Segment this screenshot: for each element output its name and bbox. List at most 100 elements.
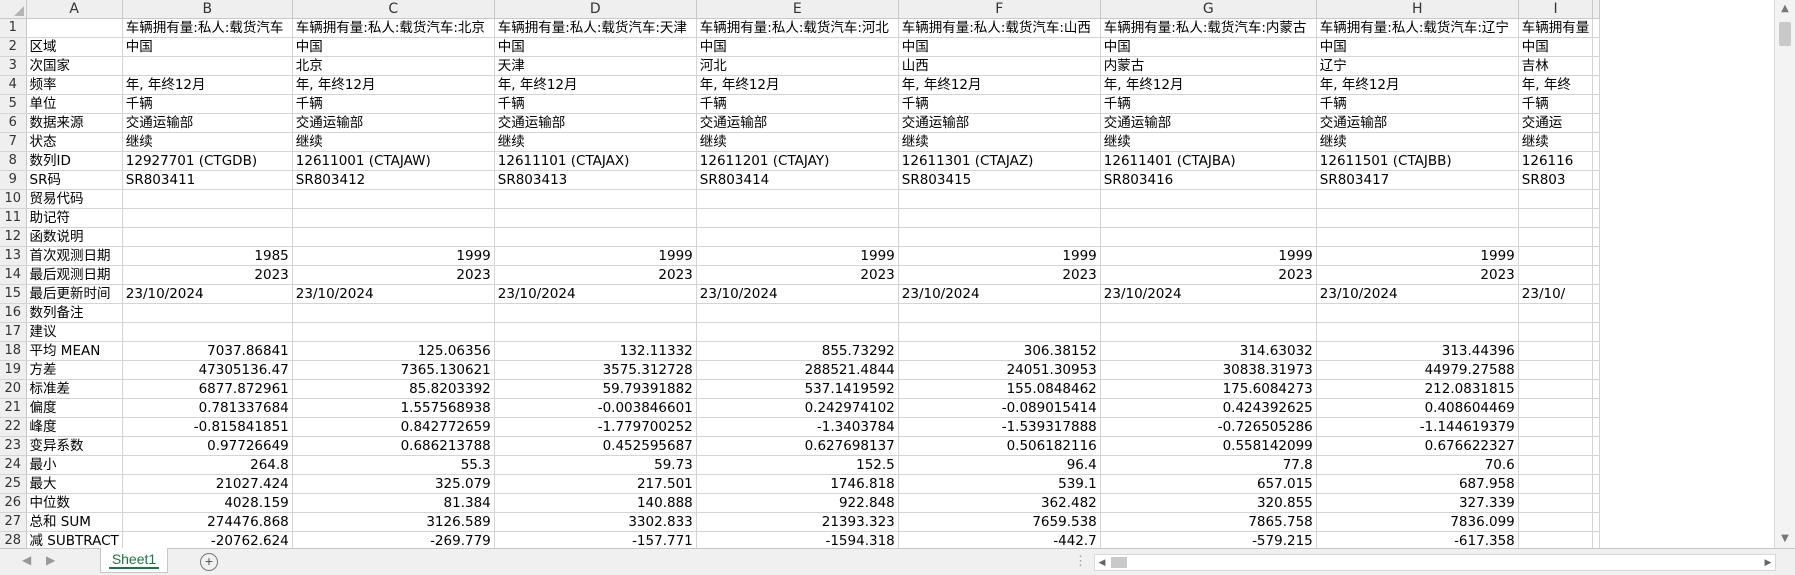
row-header[interactable]: 22 bbox=[0, 417, 27, 437]
grid-cell[interactable]: -157.771 bbox=[494, 531, 697, 548]
grid-cell[interactable] bbox=[696, 227, 899, 247]
grid-cell[interactable]: 车辆拥有量:私人:载货汽车:河北 bbox=[696, 18, 899, 38]
grid-cell[interactable]: 4028.159 bbox=[122, 493, 293, 513]
grid-cell[interactable]: 次国家 bbox=[26, 56, 123, 76]
grid-cell[interactable] bbox=[26, 18, 123, 38]
grid-cell[interactable]: 偏度 bbox=[26, 398, 123, 418]
grid-cell[interactable]: 0.452595687 bbox=[494, 436, 697, 456]
row-header[interactable]: 23 bbox=[0, 436, 27, 456]
grid-cell[interactable]: 126116 bbox=[1518, 151, 1594, 171]
grid-cell[interactable] bbox=[292, 227, 495, 247]
grid-cell[interactable]: 539.1 bbox=[898, 474, 1101, 494]
grid-cell[interactable]: 中国 bbox=[292, 37, 495, 57]
grid-cell[interactable]: 132.11332 bbox=[494, 341, 697, 361]
grid-cell[interactable]: 中国 bbox=[494, 37, 697, 57]
grid-cell[interactable] bbox=[1592, 227, 1601, 247]
grid-cell[interactable]: 交通运输部 bbox=[494, 113, 697, 133]
grid-cell[interactable] bbox=[1518, 474, 1594, 494]
grid-cell[interactable]: 23/10/ bbox=[1518, 284, 1594, 304]
grid-cell[interactable] bbox=[898, 208, 1101, 228]
grid-cell[interactable]: 0.686213788 bbox=[292, 436, 495, 456]
grid-cell[interactable]: 继续 bbox=[696, 132, 899, 152]
grid-cell[interactable]: 2023 bbox=[898, 265, 1101, 285]
grid-cell[interactable]: 千辆 bbox=[1100, 94, 1317, 114]
grid-cell[interactable]: 最后更新时间 bbox=[26, 284, 123, 304]
grid-cell[interactable]: 内蒙古 bbox=[1100, 56, 1317, 76]
grid-cell[interactable]: 首次观测日期 bbox=[26, 246, 123, 266]
grid-cell[interactable] bbox=[1592, 493, 1601, 513]
row-header[interactable]: 9 bbox=[0, 170, 27, 190]
grid-cell[interactable] bbox=[898, 322, 1101, 342]
grid-cell[interactable] bbox=[1592, 436, 1601, 456]
grid-cell[interactable]: 1746.818 bbox=[696, 474, 899, 494]
grid-cell[interactable]: 助记符 bbox=[26, 208, 123, 228]
grid-cell[interactable]: 7365.130621 bbox=[292, 360, 495, 380]
grid-cell[interactable]: 44979.27588 bbox=[1316, 360, 1519, 380]
grid-cell[interactable]: 855.73292 bbox=[696, 341, 899, 361]
grid-cell[interactable] bbox=[122, 189, 293, 209]
grid-cell[interactable] bbox=[122, 208, 293, 228]
grid-cell[interactable]: 12611001 (CTAJAW) bbox=[292, 151, 495, 171]
grid-cell[interactable] bbox=[1592, 189, 1601, 209]
grid-cell[interactable]: 23/10/2024 bbox=[696, 284, 899, 304]
grid-cell[interactable] bbox=[1592, 303, 1601, 323]
grid-cell[interactable]: 922.848 bbox=[696, 493, 899, 513]
row-header[interactable]: 14 bbox=[0, 265, 27, 285]
grid-cell[interactable]: 1999 bbox=[696, 246, 899, 266]
select-all-corner[interactable] bbox=[0, 0, 27, 19]
row-header[interactable]: 11 bbox=[0, 208, 27, 228]
grid-cell[interactable]: 交通运输部 bbox=[1316, 113, 1519, 133]
grid-cell[interactable]: 217.501 bbox=[494, 474, 697, 494]
grid-cell[interactable]: 区域 bbox=[26, 37, 123, 57]
grid-cell[interactable]: 状态 bbox=[26, 132, 123, 152]
grid-cell[interactable]: 贸易代码 bbox=[26, 189, 123, 209]
grid-cell[interactable]: -1.539317888 bbox=[898, 417, 1101, 437]
grid-cell[interactable]: 交通运输部 bbox=[696, 113, 899, 133]
grid-cell[interactable]: 362.482 bbox=[898, 493, 1101, 513]
grid-cell[interactable]: SR码 bbox=[26, 170, 123, 190]
grid-cell[interactable]: 59.79391882 bbox=[494, 379, 697, 399]
grid-cell[interactable]: 155.0848462 bbox=[898, 379, 1101, 399]
grid-cell[interactable] bbox=[1518, 436, 1594, 456]
grid-cell[interactable] bbox=[292, 208, 495, 228]
grid-cell[interactable]: 1.557568938 bbox=[292, 398, 495, 418]
spreadsheet-grid-area[interactable]: ABCDEFGHI 1 车辆拥有量:私人:载货汽车 车辆拥有量:私人:载货汽车:北京… bbox=[0, 0, 1775, 548]
grid-cell[interactable] bbox=[1592, 132, 1601, 152]
grid-cell[interactable]: -617.358 bbox=[1316, 531, 1519, 548]
grid-cell[interactable]: 687.958 bbox=[1316, 474, 1519, 494]
grid-cell[interactable]: 2023 bbox=[1100, 265, 1317, 285]
column-header-f[interactable]: F bbox=[898, 0, 1101, 19]
grid-cell[interactable]: 0.676622327 bbox=[1316, 436, 1519, 456]
grid-cell[interactable]: 中国 bbox=[898, 37, 1101, 57]
grid-cell[interactable]: 1999 bbox=[898, 246, 1101, 266]
grid-cell[interactable]: 北京 bbox=[292, 56, 495, 76]
grid-cell[interactable] bbox=[1518, 455, 1594, 475]
grid-cell[interactable] bbox=[696, 189, 899, 209]
row-header[interactable]: 25 bbox=[0, 474, 27, 494]
grid-cell[interactable] bbox=[1518, 379, 1594, 399]
grid-cell[interactable]: 千辆 bbox=[1316, 94, 1519, 114]
grid-cell[interactable] bbox=[292, 322, 495, 342]
grid-cell[interactable]: 0.242974102 bbox=[696, 398, 899, 418]
row-header[interactable]: 6 bbox=[0, 113, 27, 133]
grid-cell[interactable]: 288521.4844 bbox=[696, 360, 899, 380]
grid-cell[interactable] bbox=[1592, 398, 1601, 418]
row-header[interactable]: 20 bbox=[0, 379, 27, 399]
row-header[interactable]: 21 bbox=[0, 398, 27, 418]
grid-cell[interactable]: -1594.318 bbox=[696, 531, 899, 548]
grid-cell[interactable] bbox=[494, 227, 697, 247]
grid-cell[interactable] bbox=[1316, 208, 1519, 228]
column-header-b[interactable]: B bbox=[122, 0, 293, 19]
grid-cell[interactable]: 7836.099 bbox=[1316, 512, 1519, 532]
grid-cell[interactable] bbox=[1592, 455, 1601, 475]
grid-cell[interactable] bbox=[122, 322, 293, 342]
grid-cell[interactable]: 2023 bbox=[122, 265, 293, 285]
grid-cell[interactable]: 年, 年终12月 bbox=[898, 75, 1101, 95]
grid-cell[interactable] bbox=[1592, 512, 1601, 532]
row-header[interactable]: 12 bbox=[0, 227, 27, 247]
grid-cell[interactable]: SR803415 bbox=[898, 170, 1101, 190]
grid-cell[interactable] bbox=[494, 303, 697, 323]
grid-cell[interactable] bbox=[1518, 417, 1594, 437]
grid-cell[interactable]: 年, 年终12月 bbox=[494, 75, 697, 95]
grid-cell[interactable] bbox=[1316, 227, 1519, 247]
